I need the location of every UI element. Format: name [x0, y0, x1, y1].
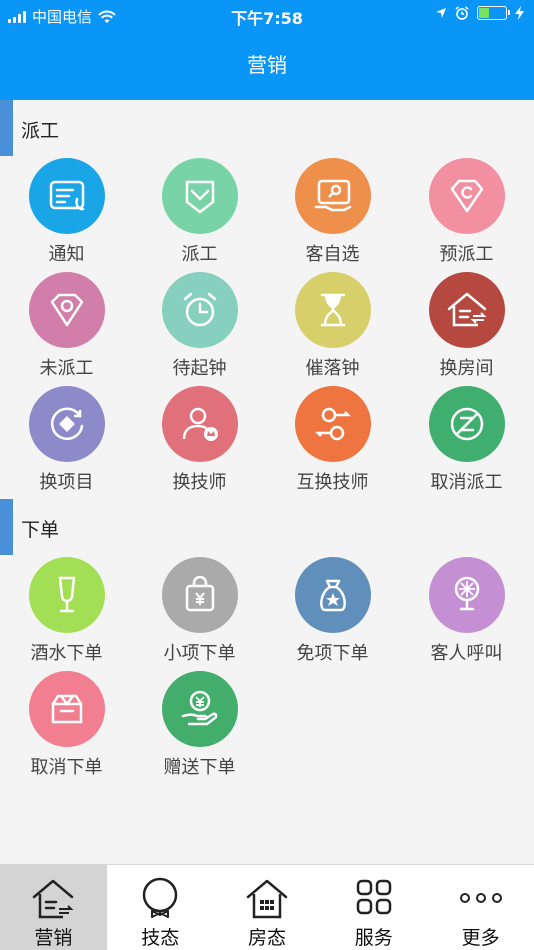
- charging-bolt-icon: [515, 6, 524, 20]
- grid-item-change-project[interactable]: 换项目: [0, 386, 133, 498]
- dispatch-shield-icon: [161, 158, 238, 234]
- tab-bar: 营销 技态 房态 服务 更多: [0, 864, 534, 950]
- tab-room-status[interactable]: 房态: [214, 865, 321, 950]
- section-header-dispatch: 派工: [0, 100, 534, 156]
- change-project-icon: [28, 386, 105, 462]
- tab-label: 房态: [247, 927, 286, 949]
- grid-item-free-item-order[interactable]: 免项下单: [266, 557, 399, 669]
- swap-technician-icon: [294, 386, 371, 462]
- grid-item-guest-call[interactable]: 客人呼叫: [400, 557, 533, 669]
- undispatched-diamond-icon: [28, 272, 105, 348]
- grid-item-label: 客人呼叫: [430, 643, 503, 664]
- grid-item-change-technician[interactable]: 换技师: [133, 386, 266, 498]
- section-header-order: 下单: [0, 499, 534, 555]
- grid-item-urge-end[interactable]: 催落钟: [266, 272, 399, 384]
- grid-item-label: 预派工: [439, 244, 494, 265]
- grid-item-cancel-order[interactable]: 取消下单: [0, 671, 133, 783]
- section-accent-bar: [0, 499, 13, 555]
- tab-technician-status[interactable]: 技态: [107, 865, 214, 950]
- gift-order-hand-icon: [161, 671, 238, 747]
- grid-item-label: 换技师: [172, 472, 227, 493]
- grid-item-label: 客自选: [305, 244, 360, 265]
- money-bag-icon: [294, 557, 371, 633]
- tab-label: 更多: [461, 927, 500, 949]
- shopping-bag-icon: [161, 557, 238, 633]
- grid-item-gift-order[interactable]: 赠送下单: [133, 671, 266, 783]
- page-title: 营销: [247, 53, 287, 77]
- pre-dispatch-diamond-icon: [428, 158, 505, 234]
- section-title: 派工: [21, 120, 60, 142]
- cancel-order-box-icon: [28, 671, 105, 747]
- grid-item-customer-choice[interactable]: 客自选: [266, 158, 399, 270]
- notice-icon: [28, 158, 105, 234]
- alarm-clock-icon: [161, 272, 238, 348]
- grid-item-label: 派工: [181, 244, 218, 265]
- nav-bar: 营销: [0, 30, 534, 100]
- section-title: 下单: [21, 519, 60, 541]
- grid-item-label: 换项目: [39, 472, 94, 493]
- grid-item-label: 通知: [48, 244, 85, 265]
- grid-item-dispatch[interactable]: 派工: [133, 158, 266, 270]
- grid-item-change-room[interactable]: 换房间: [400, 272, 533, 384]
- customer-choice-card-icon: [294, 158, 371, 234]
- grid-item-label: 催落钟: [305, 358, 360, 379]
- grid-item-label: 取消派工: [430, 472, 503, 493]
- tab-service[interactable]: 服务: [320, 865, 427, 950]
- grid-item-label: 换房间: [439, 358, 494, 379]
- location-arrow-icon: [436, 8, 446, 18]
- grid-item-label: 免项下单: [296, 643, 369, 664]
- grid-item-label: 小项下单: [163, 643, 236, 664]
- drink-glass-icon: [28, 557, 105, 633]
- grid-item-small-item-order[interactable]: 小项下单: [133, 557, 266, 669]
- grid-item-pending-start[interactable]: 待起钟: [133, 272, 266, 384]
- change-technician-icon: [161, 386, 238, 462]
- grid-item-pre-dispatch[interactable]: 预派工: [400, 158, 533, 270]
- cancel-dispatch-icon: [428, 386, 505, 462]
- grid-item-undispatched[interactable]: 未派工: [0, 272, 133, 384]
- grid-item-notice[interactable]: 通知: [0, 158, 133, 270]
- grid-item-swap-technician[interactable]: 互换技师: [266, 386, 399, 498]
- grid-item-label: 酒水下单: [30, 643, 103, 664]
- grid-item-label: 互换技师: [296, 472, 369, 493]
- grid-item-label: 未派工: [39, 358, 94, 379]
- grid-item-drink-order[interactable]: 酒水下单: [0, 557, 133, 669]
- change-room-house-icon: [428, 272, 505, 348]
- section-accent-bar: [0, 100, 13, 156]
- grid-item-label: 赠送下单: [163, 757, 236, 778]
- grid-item-label: 待起钟: [172, 358, 227, 379]
- hourglass-icon: [294, 272, 371, 348]
- service-grid-icon: [356, 879, 392, 915]
- room-status-house-icon: [246, 879, 288, 919]
- alarm-icon: [455, 6, 469, 20]
- guest-call-lamp-icon: [428, 557, 505, 633]
- marketing-house-icon: [33, 879, 74, 919]
- status-right: [435, 6, 524, 20]
- tab-label: 服务: [354, 927, 393, 949]
- grid-item-cancel-dispatch[interactable]: 取消派工: [400, 386, 533, 498]
- battery-icon: [477, 6, 510, 20]
- tab-marketing[interactable]: 营销: [0, 865, 107, 950]
- tab-more[interactable]: 更多: [427, 865, 534, 950]
- tab-label: 营销: [34, 927, 73, 949]
- status-bar: 中国电信 下午7:58: [0, 0, 534, 30]
- more-dots-icon: [459, 893, 502, 903]
- tab-label: 技态: [141, 927, 180, 949]
- technician-bowtie-icon: [142, 877, 178, 918]
- grid-item-label: 取消下单: [30, 757, 103, 778]
